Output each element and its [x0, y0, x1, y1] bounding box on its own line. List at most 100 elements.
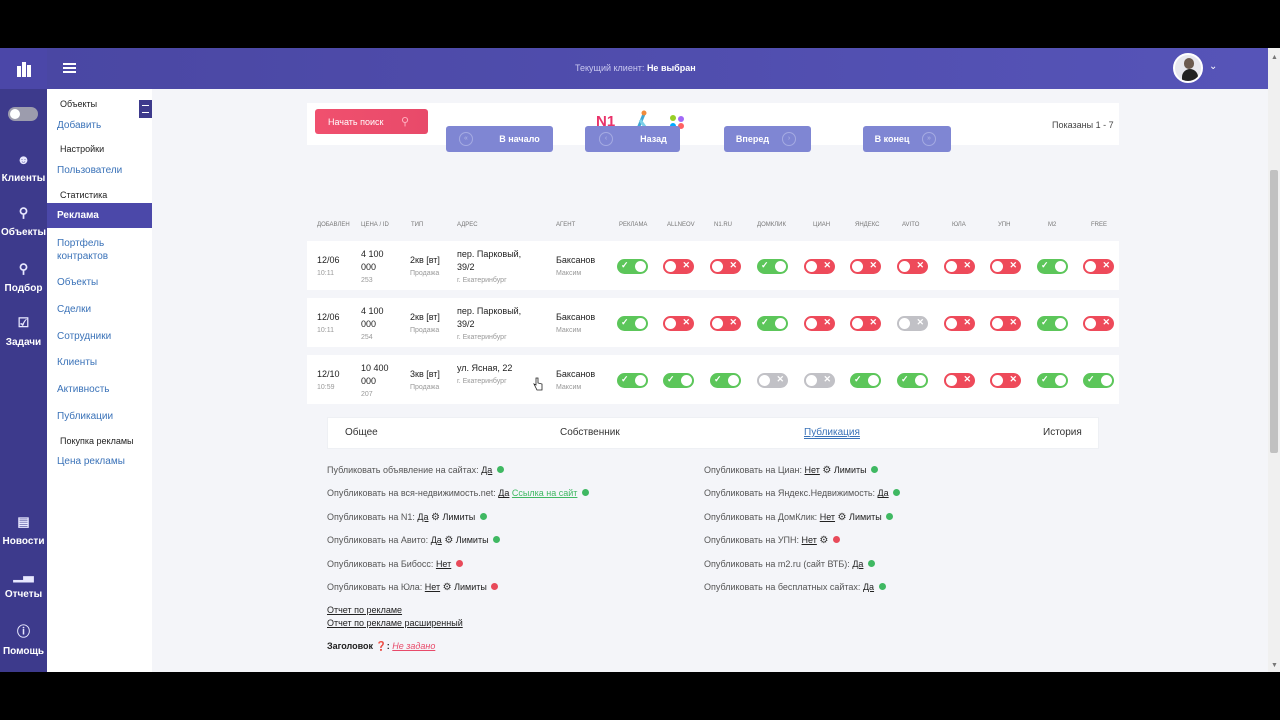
menu-item-ad-price[interactable]: Цена рекламы — [57, 456, 125, 467]
back-button[interactable]: ‹ Назад — [585, 126, 680, 152]
publish-value[interactable]: Да — [878, 488, 889, 498]
publish-toggle[interactable]: ✓ — [757, 316, 788, 331]
publish-toggle[interactable]: ✕ — [944, 316, 975, 331]
collapse-menu-icon[interactable] — [139, 100, 152, 118]
extended-ad-report-link[interactable]: Отчет по рекламе расширенный — [327, 618, 463, 628]
gear-icon[interactable]: ⚙ — [444, 535, 453, 546]
avatar[interactable] — [1173, 53, 1203, 83]
gear-icon[interactable]: ⚙ — [822, 465, 831, 476]
publish-value[interactable]: Нет — [805, 465, 820, 475]
publish-toggle[interactable]: ✓ — [617, 259, 648, 274]
tab-publication[interactable]: Публикация — [804, 427, 860, 439]
menu-item-deals[interactable]: Сделки — [57, 304, 91, 315]
publish-toggle[interactable]: ✕ — [757, 373, 788, 388]
publish-toggle[interactable]: ✓ — [897, 373, 928, 388]
menu-item-add[interactable]: Добавить — [57, 120, 101, 131]
publish-value[interactable]: Да — [481, 465, 492, 475]
scroll-up-icon[interactable]: ▲ — [1271, 54, 1278, 61]
publish-toggle[interactable]: ✕ — [897, 259, 928, 274]
rail-item-objects[interactable]: ⚲ Объекты — [0, 205, 47, 238]
publish-toggle[interactable]: ✕ — [850, 316, 881, 331]
publish-toggle[interactable]: ✓ — [710, 373, 741, 388]
publish-toggle[interactable]: ✓ — [617, 316, 648, 331]
rail-item-selection[interactable]: ⚲ Подбор — [0, 261, 47, 294]
rail-item-clients[interactable]: ☻ Клиенты — [0, 152, 47, 184]
address-cell[interactable]: пер. Парковый, 39/2 г. Екатеринбург — [457, 248, 521, 287]
publish-toggle[interactable]: ✕ — [663, 259, 694, 274]
rail-item-help[interactable]: ⓘ Помощь — [0, 621, 47, 657]
publish-toggle[interactable]: ✕ — [850, 259, 881, 274]
publish-toggle[interactable]: ✕ — [804, 316, 835, 331]
building-logo-icon[interactable] — [0, 48, 47, 89]
title-value[interactable]: Не задано — [392, 641, 435, 651]
menu-item-activity[interactable]: Активность — [57, 384, 110, 395]
publish-toggle[interactable]: ✓ — [1037, 259, 1068, 274]
chevron-down-icon[interactable]: ⌄ — [1209, 61, 1217, 72]
gear-icon[interactable]: ⚙ — [431, 512, 440, 523]
publish-toggle[interactable]: ✕ — [710, 259, 741, 274]
gear-icon[interactable]: ⚙ — [443, 582, 452, 593]
tab-history[interactable]: История — [1043, 427, 1082, 438]
publish-toggle[interactable]: ✕ — [990, 373, 1021, 388]
publish-toggle[interactable]: ✓ — [757, 259, 788, 274]
publish-toggle[interactable]: ✓ — [1037, 316, 1068, 331]
publish-toggle[interactable]: ✓ — [617, 373, 648, 388]
tab-owner[interactable]: Собственник — [560, 427, 620, 438]
menu-item-clients[interactable]: Клиенты — [57, 357, 97, 368]
publish-value[interactable]: Нет — [425, 582, 440, 592]
tab-general[interactable]: Общее — [345, 427, 378, 438]
next-button[interactable]: Вперед › — [724, 126, 811, 152]
publish-toggle[interactable]: ✕ — [990, 259, 1021, 274]
menu-item-objects[interactable]: Объекты — [57, 277, 98, 288]
row-address: ул. Ясная, 22 — [457, 363, 513, 373]
publish-value[interactable]: Да — [852, 559, 863, 569]
start-search-button[interactable]: Начать поиск ⚲ — [315, 109, 428, 134]
publish-value[interactable]: Да — [863, 582, 874, 592]
menu-item-ads[interactable]: Реклама — [47, 203, 152, 228]
publish-toggle[interactable]: ✓ — [1083, 373, 1114, 388]
publish-toggle[interactable]: ✕ — [1083, 259, 1114, 274]
publish-value[interactable]: Нет — [802, 535, 817, 545]
rail-item-tasks[interactable]: ☑ Задачи — [0, 315, 47, 348]
publish-toggle[interactable]: ✕ — [663, 316, 694, 331]
menu-item-users[interactable]: Пользователи — [57, 165, 122, 176]
menu-item-publications[interactable]: Публикации — [57, 411, 113, 422]
publish-value[interactable]: Да — [498, 488, 509, 498]
publish-toggle[interactable]: ✕ — [804, 259, 835, 274]
publish-toggle[interactable]: ✕ — [990, 316, 1021, 331]
publish-toggle[interactable]: ✓ — [1037, 373, 1068, 388]
menu-item-staff[interactable]: Сотрудники — [57, 331, 111, 342]
publish-value[interactable]: Нет — [820, 512, 835, 522]
table-row[interactable]: 12/10 10:59 10 400 000 207 3кв [вт] Продажа ул.… — [307, 355, 1119, 404]
last-page-button[interactable]: В конец» — [863, 126, 951, 152]
gear-icon[interactable]: ⚙ — [819, 535, 828, 546]
scroll-down-icon[interactable]: ▼ — [1271, 662, 1278, 669]
scrollbar-thumb[interactable] — [1270, 170, 1278, 453]
gear-icon[interactable]: ⚙ — [838, 512, 847, 523]
theme-toggle[interactable] — [8, 107, 38, 121]
address-cell[interactable]: ул. Ясная, 22 г. Екатеринбург — [457, 362, 512, 388]
publish-toggle[interactable]: ✕ — [897, 316, 928, 331]
ad-report-link[interactable]: Отчет по рекламе — [327, 605, 402, 615]
publish-value[interactable]: Нет — [436, 559, 451, 569]
table-row[interactable]: 12/06 10:11 4 100 000 253 2кв [вт] Продажа пер.… — [307, 241, 1119, 290]
publish-toggle[interactable]: ✓ — [850, 373, 881, 388]
publish-toggle[interactable]: ✕ — [1083, 316, 1114, 331]
help-icon[interactable]: ❓ — [376, 641, 387, 651]
publish-value[interactable]: Да — [417, 512, 428, 522]
menu-toggle-icon[interactable] — [63, 63, 76, 73]
rail-item-reports[interactable]: ▁▃ Отчеты — [0, 567, 47, 600]
site-link[interactable]: Ссылка на сайт — [512, 488, 578, 498]
scrollbar[interactable]: ▲ ▼ — [1268, 48, 1280, 672]
publish-toggle[interactable]: ✕ — [944, 259, 975, 274]
rail-item-news[interactable]: ▤ Новости — [0, 514, 47, 547]
publish-toggle[interactable]: ✓ — [663, 373, 694, 388]
menu-item-portfolio[interactable]: Портфель контрактов — [57, 237, 147, 263]
publish-toggle[interactable]: ✕ — [710, 316, 741, 331]
table-row[interactable]: 12/06 10:11 4 100 000 254 2кв [вт] Продажа пер.… — [307, 298, 1119, 347]
publish-toggle[interactable]: ✕ — [944, 373, 975, 388]
publish-toggle[interactable]: ✕ — [804, 373, 835, 388]
address-cell[interactable]: пер. Парковый, 39/2 г. Екатеринбург — [457, 305, 521, 344]
publish-value[interactable]: Да — [431, 535, 442, 545]
first-page-button[interactable]: «В начало — [446, 126, 553, 152]
